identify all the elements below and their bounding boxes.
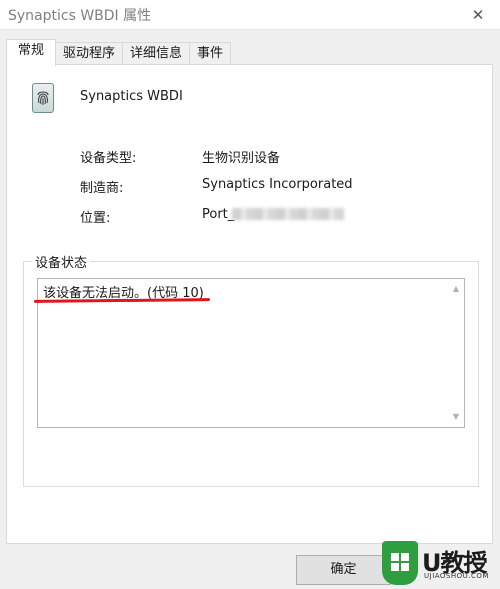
tab-general[interactable]: 常规 <box>6 39 56 66</box>
watermark-logo: U教授 UJIAOSHOU.COM <box>380 541 498 587</box>
device-type-label: 设备类型: <box>80 151 137 166</box>
device-name: Synaptics WBDI <box>80 89 183 104</box>
scroll-up-icon[interactable]: ▲ <box>450 283 462 295</box>
title-bar: Synaptics WBDI 属性 ✕ <box>0 0 500 30</box>
red-annotation-underline <box>33 298 211 303</box>
device-type-value: 生物识别设备 <box>202 151 281 166</box>
location-label: 位置: <box>80 211 111 226</box>
location-value: Port_ <box>202 207 235 222</box>
tab-events[interactable]: 事件 <box>189 42 231 65</box>
manufacturer-label: 制造商: <box>80 181 124 196</box>
tab-details[interactable]: 详细信息 <box>122 42 190 65</box>
redacted-location <box>232 208 344 220</box>
manufacturer-value: Synaptics Incorporated <box>202 177 353 192</box>
device-status-textbox[interactable]: 该设备无法启动。(代码 10) ▲ ▼ <box>33 278 465 428</box>
watermark-url: UJIAOSHOU.COM <box>424 572 489 580</box>
window-title: Synaptics WBDI 属性 <box>8 8 152 24</box>
device-status-label: 设备状态 <box>32 252 91 271</box>
windows-shield-icon <box>382 541 418 585</box>
scroll-down-icon[interactable]: ▼ <box>450 411 462 423</box>
general-panel: Synaptics WBDI 设备类型: 生物识别设备 制造商: Synapti… <box>6 64 493 544</box>
close-button[interactable]: ✕ <box>456 0 500 30</box>
ok-button[interactable]: 确定 <box>296 555 391 585</box>
fingerprint-reader-icon <box>32 83 54 113</box>
tab-driver[interactable]: 驱动程序 <box>55 42 123 65</box>
device-status-group: 设备状态 该设备无法启动。(代码 10) ▲ ▼ <box>23 252 479 487</box>
